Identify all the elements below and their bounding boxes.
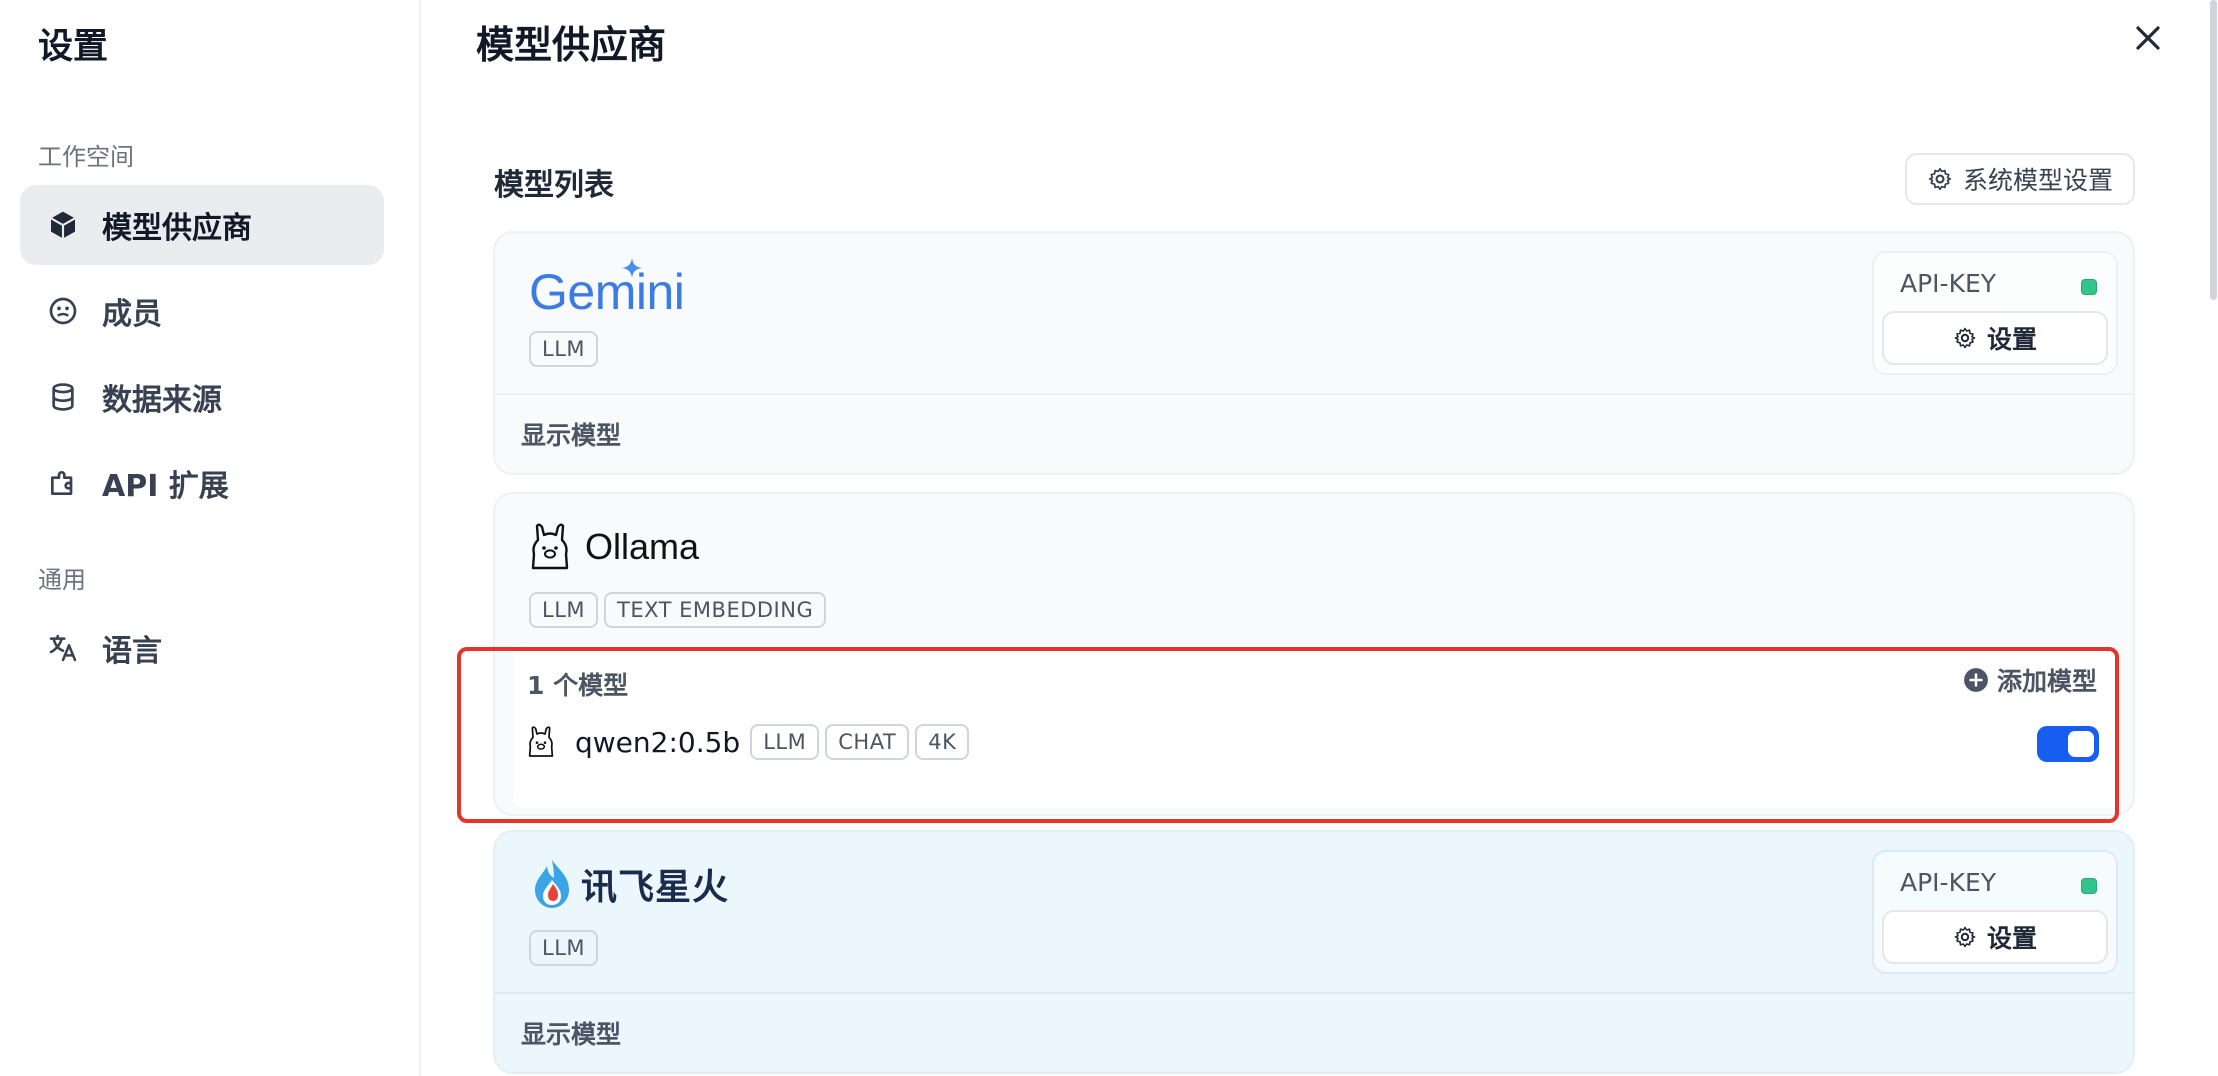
spark-logo: 讯飞星火 xyxy=(529,858,729,910)
show-models-label: 显示模型 xyxy=(521,1020,622,1049)
add-model-label: 添加模型 xyxy=(1996,667,2097,696)
provider-name: Ollama xyxy=(585,526,700,567)
flame-icon xyxy=(535,860,569,908)
llama-icon xyxy=(531,523,569,570)
system-model-settings-label: 系统模型设置 xyxy=(1962,166,2113,195)
cube-icon xyxy=(46,208,80,242)
settings-label: 设置 xyxy=(1986,325,2037,354)
sidebar-item-language[interactable]: 语言 xyxy=(20,608,384,688)
sidebar-item-model-providers[interactable]: 模型供应商 xyxy=(20,185,384,265)
members-icon xyxy=(46,294,80,328)
sidebar-item-label: 成员 xyxy=(102,297,162,332)
add-model-button[interactable]: 添加模型 xyxy=(1963,662,2097,698)
show-models-label: 显示模型 xyxy=(521,421,622,450)
api-key-box: API-KEY 设置 xyxy=(1872,251,2118,375)
status-indicator xyxy=(2081,878,2097,894)
model-row: qwen2:0.5b LLM CHAT 4K xyxy=(527,724,975,760)
sidebar-item-api-extensions[interactable]: API 扩展 xyxy=(20,443,384,523)
provider-card-gemini: Gemini LLM API-KEY 设置 显示模型 xyxy=(493,231,2135,475)
puzzle-icon xyxy=(46,466,80,500)
provider-card-ollama: Ollama LLM TEXT EMBEDDING 1 个模型 添加模型 qwe… xyxy=(493,492,2135,816)
tag-llm: LLM xyxy=(529,592,599,628)
show-models-toggle[interactable]: 显示模型 xyxy=(495,393,2133,473)
sidebar-item-label: 数据来源 xyxy=(102,383,222,418)
tag-llm: LLM xyxy=(750,724,820,760)
tag-text-embedding: TEXT EMBEDDING xyxy=(604,592,827,628)
settings-sidebar: 设置 工作空间 模型供应商 成员 数据来源 API 扩展 通用 语言 xyxy=(0,0,421,1076)
general-group-label: 通用 xyxy=(38,566,86,594)
show-models-toggle[interactable]: 显示模型 xyxy=(495,992,2133,1072)
sidebar-item-label: 模型供应商 xyxy=(102,211,252,246)
ollama-logo: Ollama xyxy=(529,522,699,572)
page-title: 模型供应商 xyxy=(476,23,667,67)
provider-card-spark: 讯飞星火 LLM API-KEY 设置 显示模型 xyxy=(493,830,2135,1074)
system-model-settings-button[interactable]: 系统模型设置 xyxy=(1905,153,2135,205)
close-icon xyxy=(2136,26,2160,50)
provider-tags: LLM xyxy=(529,331,604,367)
gear-icon xyxy=(1954,327,1976,349)
translate-icon xyxy=(46,631,80,665)
tag-chat: CHAT xyxy=(825,724,910,760)
sidebar-item-label: API 扩展 xyxy=(102,469,229,504)
api-key-box: API-KEY 设置 xyxy=(1872,850,2118,974)
workspace-group-label: 工作空间 xyxy=(38,143,134,171)
gear-icon xyxy=(1928,167,1952,191)
model-name: qwen2:0.5b xyxy=(575,725,741,759)
gemini-logo: Gemini xyxy=(529,257,685,321)
scrollbar[interactable] xyxy=(2210,0,2217,300)
plus-circle-icon xyxy=(1964,668,1988,692)
models-count: 1 个模型 xyxy=(527,671,629,700)
gear-icon xyxy=(1954,926,1976,948)
sidebar-item-data-sources[interactable]: 数据来源 xyxy=(20,357,384,437)
provider-settings-button[interactable]: 设置 xyxy=(1882,311,2108,365)
provider-name: Gemini xyxy=(529,264,685,320)
provider-name: 讯飞星火 xyxy=(581,867,730,908)
model-list-title: 模型列表 xyxy=(494,168,614,203)
api-key-label: API-KEY xyxy=(1900,868,1997,897)
tag-context-size: 4K xyxy=(915,724,970,760)
sidebar-title: 设置 xyxy=(38,27,109,67)
provider-tags: LLM TEXT EMBEDDING xyxy=(529,592,832,628)
sidebar-item-members[interactable]: 成员 xyxy=(20,271,384,351)
database-icon xyxy=(46,380,80,414)
api-key-label: API-KEY xyxy=(1900,269,1997,298)
provider-settings-button[interactable]: 设置 xyxy=(1882,910,2108,964)
tag-llm: LLM xyxy=(529,930,599,966)
close-button[interactable] xyxy=(2124,14,2172,62)
tag-llm: LLM xyxy=(529,331,599,367)
models-panel: 1 个模型 添加模型 qwen2:0.5b LLM CHAT 4K xyxy=(513,644,2117,808)
toggle-knob xyxy=(2068,731,2094,757)
settings-label: 设置 xyxy=(1986,924,2037,953)
status-indicator xyxy=(2081,279,2097,295)
model-enable-toggle[interactable] xyxy=(2037,726,2099,762)
sidebar-item-label: 语言 xyxy=(102,634,162,669)
provider-tags: LLM xyxy=(529,930,604,966)
llama-icon xyxy=(528,726,554,757)
sparkle-icon xyxy=(621,257,643,279)
